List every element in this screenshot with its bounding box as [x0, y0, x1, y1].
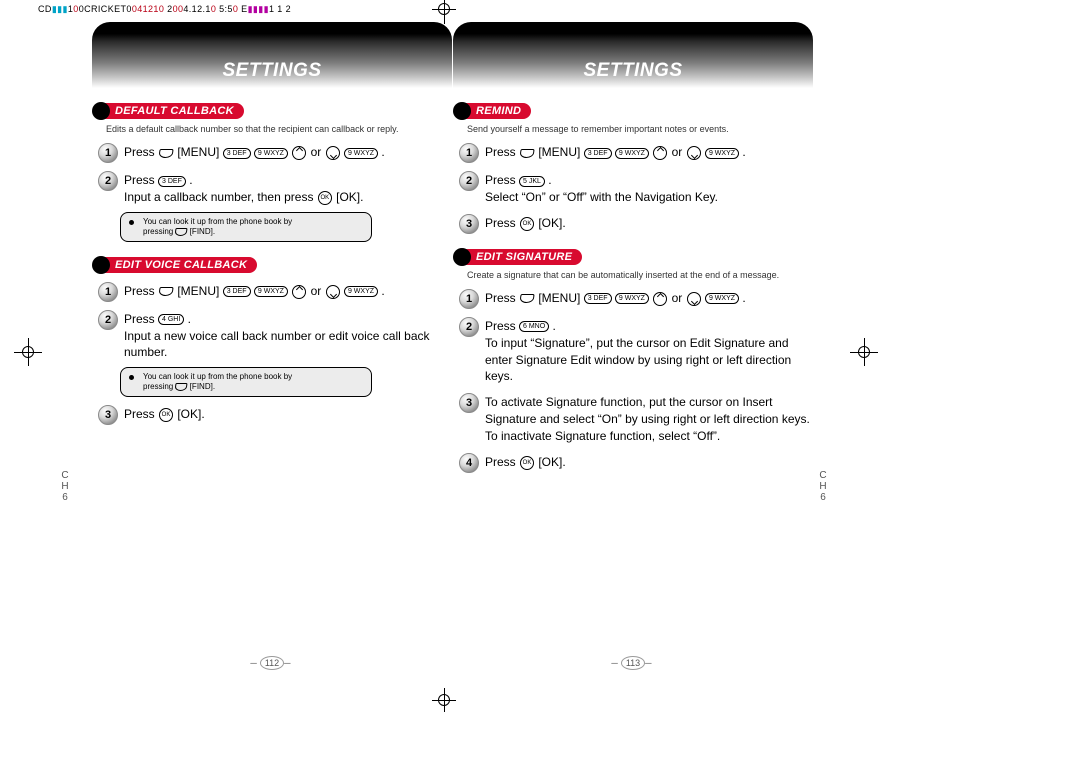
softkey-icon [158, 287, 173, 296]
step: 2 Press 6 MNO . To input “Signature”, pu… [459, 317, 813, 385]
chapter-label: C H 6 [818, 470, 828, 503]
section-description: Send yourself a message to remember impo… [467, 124, 813, 135]
section-title: EDIT VOICE CALLBACK [103, 257, 257, 273]
page-number: ─112─ [92, 656, 452, 670]
page-right: SETTINGS REMIND Send yourself a message … [453, 22, 813, 682]
step-body: Press 3 DEF . Input a callback number, t… [124, 172, 452, 206]
step-body: Press [MENU] 3 DEF 9 WXYZ or 9 WXYZ . [124, 283, 452, 300]
step-body: Press [MENU] 3 DEF 9 WXYZ or 9 WXYZ . [124, 144, 452, 161]
step-number: 1 [459, 289, 479, 309]
key-icon: 9 WXYZ [615, 293, 649, 304]
step-number: 3 [459, 214, 479, 234]
section-bullet-icon [453, 102, 471, 120]
section-bullet-icon [92, 102, 110, 120]
section-remind: REMIND Send yourself a message to rememb… [453, 102, 813, 234]
nav-up-icon [653, 292, 667, 306]
step: 1 Press [MENU] 3 DEF 9 WXYZ or 9 WXYZ . [98, 282, 452, 302]
step-number: 1 [98, 282, 118, 302]
page-header: SETTINGS [453, 22, 813, 88]
section-bullet-icon [92, 256, 110, 274]
step-number: 2 [459, 317, 479, 337]
key-icon: 3 DEF [584, 148, 612, 159]
section-title: REMIND [464, 103, 531, 119]
ok-key-icon: OK [159, 408, 173, 422]
step-number: 1 [98, 143, 118, 163]
nav-down-icon [687, 292, 701, 306]
softkey-icon [519, 294, 534, 303]
softkey-icon [175, 228, 188, 236]
nav-up-icon [292, 146, 306, 160]
key-icon: 3 DEF [223, 286, 251, 297]
section-edit-voice-callback: EDIT VOICE CALLBACK 1 Press [MENU] 3 DEF… [92, 256, 452, 425]
ok-key-icon: OK [318, 191, 332, 205]
step: 3 Press OK [OK]. [459, 214, 813, 234]
step-body: Press [MENU] 3 DEF 9 WXYZ or 9 WXYZ . [485, 144, 813, 161]
step-number: 1 [459, 143, 479, 163]
ok-key-icon: OK [520, 456, 534, 470]
step-body: Press 6 MNO . To input “Signature”, put … [485, 318, 813, 385]
nav-up-icon [653, 146, 667, 160]
page-left: SETTINGS DEFAULT CALLBACK Edits a defaul… [92, 22, 452, 682]
section-description: Create a signature that can be automatic… [467, 270, 813, 281]
key-icon: 3 DEF [223, 148, 251, 159]
step-number: 4 [459, 453, 479, 473]
key-icon: 9 WXYZ [705, 293, 739, 304]
nav-up-icon [292, 285, 306, 299]
step-body: Press OK [OK]. [124, 406, 452, 423]
step-body: Press 5 JKL . Select “On” or “Off” with … [485, 172, 813, 206]
nav-down-icon [326, 285, 340, 299]
section-description: Edits a default callback number so that … [106, 124, 452, 135]
step-body: To activate Signature function, put the … [485, 394, 813, 444]
page-number: ─113─ [453, 656, 813, 670]
key-icon: 9 WXYZ [615, 148, 649, 159]
key-icon: 9 WXYZ [254, 148, 288, 159]
step: 2 Press 5 JKL . Select “On” or “Off” wit… [459, 171, 813, 206]
softkey-icon [175, 383, 188, 391]
note-box: You can look it up from the phone book b… [120, 212, 372, 242]
key-icon: 9 WXYZ [344, 148, 378, 159]
section-title: DEFAULT CALLBACK [103, 103, 244, 119]
section-edit-signature: EDIT SIGNATURE Create a signature that c… [453, 248, 813, 473]
step: 1 Press [MENU] 3 DEF 9 WXYZ or 9 WXYZ . [459, 289, 813, 309]
step: 3 To activate Signature function, put th… [459, 393, 813, 444]
key-icon: 9 WXYZ [344, 286, 378, 297]
step: 2 Press 4 GHI . Input a new voice call b… [98, 310, 452, 361]
step-body: Press [MENU] 3 DEF 9 WXYZ or 9 WXYZ . [485, 290, 813, 307]
section-title: EDIT SIGNATURE [464, 249, 582, 265]
step: 1 Press [MENU] 3 DEF 9 WXYZ or 9 WXYZ . [459, 143, 813, 163]
step: 3 Press OK [OK]. [98, 405, 452, 425]
softkey-icon [158, 149, 173, 158]
step-body: Press OK [OK]. [485, 215, 813, 232]
key-icon: 4 GHI [158, 314, 184, 325]
nav-down-icon [326, 146, 340, 160]
key-icon: 5 JKL [519, 176, 545, 187]
nav-down-icon [687, 146, 701, 160]
step-number: 3 [459, 393, 479, 413]
step-body: Press OK [OK]. [485, 454, 813, 471]
step-number: 2 [459, 171, 479, 191]
step-number: 2 [98, 310, 118, 330]
key-icon: 9 WXYZ [254, 286, 288, 297]
chapter-label: C H 6 [60, 470, 70, 503]
step: 1 Press [MENU] 3 DEF 9 WXYZ or 9 WXYZ . [98, 143, 452, 163]
step-body: Press 4 GHI . Input a new voice call bac… [124, 311, 452, 361]
key-icon: 3 DEF [158, 176, 186, 187]
step: 2 Press 3 DEF . Input a callback number,… [98, 171, 452, 206]
ok-key-icon: OK [520, 217, 534, 231]
page-header: SETTINGS [92, 22, 452, 88]
step-number: 2 [98, 171, 118, 191]
step-number: 3 [98, 405, 118, 425]
note-box: You can look it up from the phone book b… [120, 367, 372, 397]
page-title: SETTINGS [222, 60, 321, 82]
softkey-icon [519, 149, 534, 158]
page-title: SETTINGS [583, 60, 682, 82]
key-icon: 9 WXYZ [705, 148, 739, 159]
step: 4 Press OK [OK]. [459, 453, 813, 473]
key-icon: 3 DEF [584, 293, 612, 304]
section-bullet-icon [453, 248, 471, 266]
section-default-callback: DEFAULT CALLBACK Edits a default callbac… [92, 102, 452, 242]
manual-spread: SETTINGS DEFAULT CALLBACK Edits a defaul… [0, 0, 1080, 763]
key-icon: 6 MNO [519, 321, 549, 332]
